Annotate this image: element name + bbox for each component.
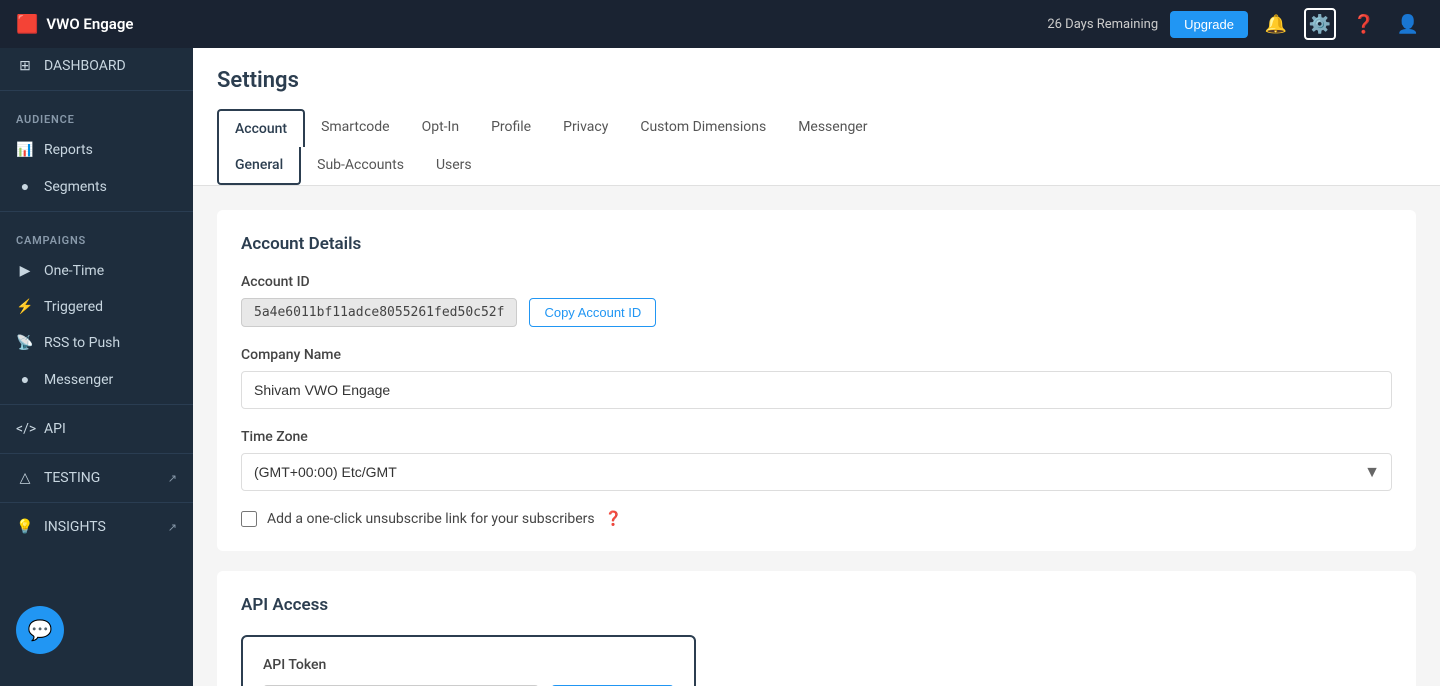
company-name-group: Company Name <box>241 347 1392 409</box>
testing-external-icon: ↗ <box>168 472 177 485</box>
notification-icon[interactable]: 🔔 <box>1260 8 1292 40</box>
triggered-icon: ⚡ <box>16 299 34 315</box>
sidebar-label-messenger: Messenger <box>44 372 113 388</box>
main-layout: ⊞ DASHBOARD AUDIENCE 📊 Reports ● Segment… <box>0 48 1440 686</box>
segments-icon: ● <box>16 178 34 195</box>
sidebar-label-dashboard: DASHBOARD <box>44 58 126 74</box>
help-icon[interactable]: ❓ <box>1348 8 1380 40</box>
api-token-box: API Token 826d6223c8c7c81b2a44ee51213a89… <box>241 635 696 686</box>
sidebar-item-triggered[interactable]: ⚡ Triggered <box>0 289 193 325</box>
settings-title: Settings <box>217 68 1416 93</box>
tab-smartcode[interactable]: Smartcode <box>305 109 406 147</box>
tab-messenger[interactable]: Messenger <box>782 109 883 147</box>
sidebar-label-api: API <box>44 421 66 437</box>
sidebar-label-rss: RSS to Push <box>44 335 120 351</box>
header-left: 🟥 VWO Engage <box>16 14 133 35</box>
app-header: 🟥 VWO Engage 26 Days Remaining Upgrade 🔔… <box>0 0 1440 48</box>
tabs-row-1: Account Smartcode Opt-In Profile Privacy… <box>217 109 1416 147</box>
sidebar-item-rss[interactable]: 📡 RSS to Push <box>0 325 193 361</box>
campaigns-section-label: CAMPAIGNS <box>0 218 193 253</box>
timezone-select[interactable]: (GMT+00:00) Etc/GMT <box>241 453 1392 491</box>
timezone-group: Time Zone (GMT+00:00) Etc/GMT ▼ <box>241 429 1392 491</box>
account-id-group: Account ID 5a4e6011bf11adce8055261fed50c… <box>241 274 1392 327</box>
sidebar-label-insights: INSIGHTS <box>44 519 106 535</box>
company-name-input[interactable] <box>241 371 1392 409</box>
testing-icon: △ <box>16 470 34 486</box>
header-right: 26 Days Remaining Upgrade 🔔 ⚙️ ❓ 👤 <box>1047 8 1424 40</box>
sidebar-label-segments: Segments <box>44 179 107 195</box>
api-access-title: API Access <box>241 595 1392 615</box>
app-title: VWO Engage <box>46 15 133 33</box>
sidebar-label-testing: TESTING <box>44 470 100 486</box>
sidebar-divider-5 <box>0 502 193 503</box>
settings-icon[interactable]: ⚙️ <box>1304 8 1336 40</box>
tab-account[interactable]: Account <box>217 109 305 147</box>
timezone-select-wrapper: (GMT+00:00) Etc/GMT ▼ <box>241 453 1392 491</box>
sidebar-item-segments[interactable]: ● Segments <box>0 168 193 205</box>
insights-external-icon: ↗ <box>168 521 177 534</box>
unsubscribe-checkbox[interactable] <box>241 511 257 527</box>
settings-header: Settings Account Smartcode Opt-In Profil… <box>193 48 1440 186</box>
sidebar-label-reports: Reports <box>44 142 93 158</box>
sidebar-item-one-time[interactable]: ▶ One-Time <box>0 253 193 289</box>
one-time-icon: ▶ <box>16 263 34 279</box>
account-id-value: 5a4e6011bf11adce8055261fed50c52f <box>241 298 517 327</box>
sidebar-item-reports[interactable]: 📊 Reports <box>0 132 193 168</box>
tab-general[interactable]: General <box>217 147 301 185</box>
sidebar-item-dashboard[interactable]: ⊞ DASHBOARD <box>0 48 193 84</box>
settings-content: Account Details Account ID 5a4e6011bf11a… <box>193 186 1440 686</box>
tabs-row-2: General Sub-Accounts Users <box>217 147 1416 185</box>
tab-users[interactable]: Users <box>420 147 488 185</box>
dashboard-icon: ⊞ <box>16 58 34 74</box>
account-id-label: Account ID <box>241 274 1392 290</box>
account-id-row: 5a4e6011bf11adce8055261fed50c52f Copy Ac… <box>241 298 1392 327</box>
main-content: Settings Account Smartcode Opt-In Profil… <box>193 48 1440 686</box>
tab-sub-accounts[interactable]: Sub-Accounts <box>301 147 420 185</box>
help-circle-icon[interactable]: ❓ <box>605 511 622 527</box>
account-details-card: Account Details Account ID 5a4e6011bf11a… <box>217 210 1416 551</box>
sidebar-label-triggered: Triggered <box>44 299 103 315</box>
sidebar-item-insights[interactable]: 💡 INSIGHTS ↗ <box>0 509 193 545</box>
unsubscribe-label: Add a one-click unsubscribe link for you… <box>267 511 595 527</box>
sidebar-divider-3 <box>0 404 193 405</box>
unsubscribe-row: Add a one-click unsubscribe link for you… <box>241 511 1392 527</box>
api-icon: </> <box>16 421 34 437</box>
sidebar-divider-1 <box>0 90 193 91</box>
company-name-label: Company Name <box>241 347 1392 363</box>
sidebar-bottom: 💬 <box>0 590 193 686</box>
sidebar-item-testing[interactable]: △ TESTING ↗ <box>0 460 193 496</box>
sidebar-item-api[interactable]: </> API <box>0 411 193 447</box>
sidebar-label-one-time: One-Time <box>44 263 104 279</box>
rss-icon: 📡 <box>16 335 34 351</box>
messenger-icon: ● <box>16 371 34 388</box>
upgrade-button[interactable]: Upgrade <box>1170 11 1248 38</box>
timezone-label: Time Zone <box>241 429 1392 445</box>
days-remaining: 26 Days Remaining <box>1047 17 1158 32</box>
copy-account-id-button[interactable]: Copy Account ID <box>529 298 656 327</box>
tab-profile[interactable]: Profile <box>475 109 547 147</box>
tab-privacy[interactable]: Privacy <box>547 109 624 147</box>
audience-section-label: AUDIENCE <box>0 97 193 132</box>
user-icon[interactable]: 👤 <box>1392 8 1424 40</box>
tab-opt-in[interactable]: Opt-In <box>406 109 475 147</box>
reports-icon: 📊 <box>16 142 34 158</box>
insights-icon: 💡 <box>16 519 34 535</box>
account-details-title: Account Details <box>241 234 1392 254</box>
api-access-card: API Access API Token 826d6223c8c7c81b2a4… <box>217 571 1416 686</box>
logo-icon: 🟥 <box>16 14 38 35</box>
tab-custom-dimensions[interactable]: Custom Dimensions <box>624 109 782 147</box>
chat-bubble[interactable]: 💬 <box>16 606 64 654</box>
sidebar-divider-4 <box>0 453 193 454</box>
sidebar-divider-2 <box>0 211 193 212</box>
sidebar: ⊞ DASHBOARD AUDIENCE 📊 Reports ● Segment… <box>0 48 193 686</box>
api-token-label: API Token <box>263 657 674 673</box>
sidebar-item-messenger[interactable]: ● Messenger <box>0 361 193 398</box>
